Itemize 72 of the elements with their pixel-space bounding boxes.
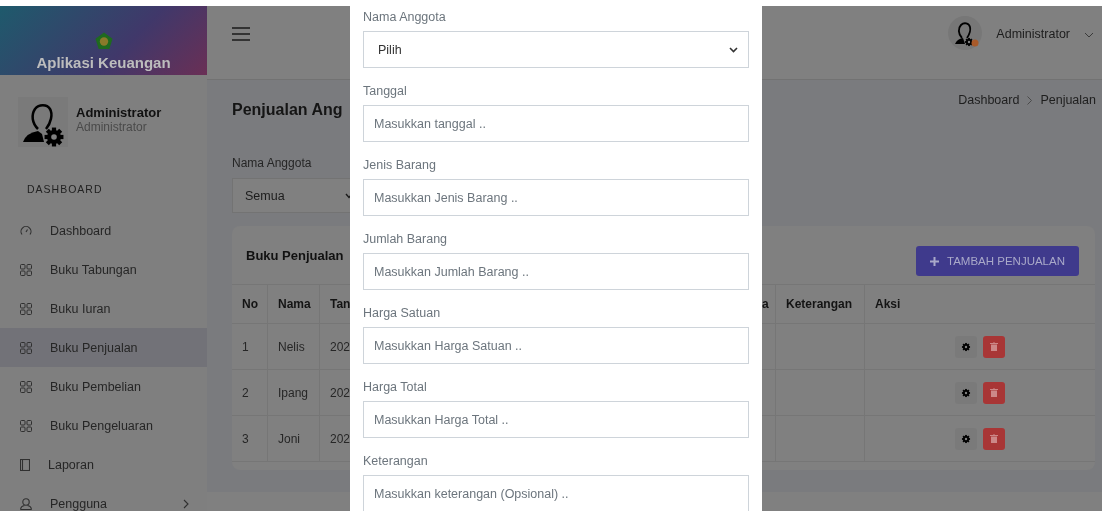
sidebar-item[interactable]: Buku Pengeluaran [0, 406, 207, 445]
settings-icon [961, 341, 971, 352]
avatar-icon[interactable] [948, 16, 983, 50]
field-label: Nama Anggota [363, 9, 447, 26]
column-header: Keterangan [786, 297, 853, 311]
input-field[interactable]: Masukkan Jumlah Barang .. [363, 253, 749, 290]
column-header: No [242, 297, 258, 311]
column-header: Nama [278, 297, 311, 311]
field-label: Harga Satuan [363, 305, 442, 322]
table-cell: 2 [242, 385, 249, 400]
add-sale-button[interactable]: TAMBAH PENJUALAN [916, 246, 1079, 276]
user-menu[interactable]: Administrator [996, 27, 1070, 41]
column-header: Aksi [875, 297, 901, 311]
table-cell: 202 [330, 385, 351, 400]
settings-button[interactable] [955, 427, 977, 450]
field-label: Keterangan [363, 453, 429, 470]
filter-label: Nama Anggota [232, 156, 313, 170]
select-field[interactable]: Pilih [363, 31, 749, 68]
input-field[interactable]: Masukkan tanggal .. [363, 105, 749, 142]
sidebar-item[interactable]: Buku Pembelian [0, 367, 207, 406]
trash-icon [990, 434, 998, 443]
page-title: Penjualan Ang [232, 100, 344, 120]
table-cell: Joni [278, 431, 300, 446]
plus-icon [930, 256, 939, 266]
field-label: Tanggal [363, 83, 408, 100]
grid-icon [20, 302, 32, 315]
column-header: Tan [330, 297, 351, 311]
input-field[interactable]: Masukkan Harga Satuan .. [363, 327, 749, 364]
app-title: Aplikasi Keuangan [36, 54, 171, 71]
input-field[interactable]: Masukkan Jenis Barang .. [363, 179, 749, 216]
column-header: a [762, 297, 769, 311]
grid-icon [20, 263, 32, 276]
chevron-down-icon [1084, 32, 1094, 38]
emblem-icon [94, 32, 113, 50]
user-name: Administrator [76, 105, 162, 120]
book-icon [20, 458, 30, 471]
settings-button[interactable] [955, 381, 977, 404]
settings-icon [961, 387, 971, 398]
breadcrumb-link[interactable]: Dashboard [958, 93, 1020, 107]
menu-icon[interactable] [232, 27, 250, 41]
table-cell: 202 [330, 431, 351, 446]
sidebar-item[interactable]: Buku Tabungan [0, 250, 207, 289]
sidebar-item[interactable]: Pengguna [0, 484, 207, 511]
settings-button[interactable] [955, 335, 977, 358]
field-label: Harga Total [363, 379, 428, 396]
member-filter-select[interactable]: Semua [232, 178, 350, 213]
grid-icon [20, 341, 32, 354]
sidebar-item[interactable]: Buku Penjualan [0, 328, 207, 367]
card-title: Buku Penjualan [246, 247, 344, 263]
input-field[interactable]: Masukkan Harga Total .. [363, 401, 749, 438]
user-icon [20, 497, 32, 510]
trash-icon [990, 388, 998, 397]
table-cell: Nelis [278, 339, 305, 354]
chevron-right-icon [1027, 96, 1033, 105]
table-cell: 1 [242, 339, 249, 354]
settings-icon [961, 433, 971, 444]
grid-icon [20, 380, 32, 393]
sidebar-item[interactable]: Dashboard [0, 211, 207, 250]
field-label: Jenis Barang [363, 157, 437, 174]
table-cell: 202 [330, 339, 351, 354]
breadcrumb-link[interactable]: Penjualan [1040, 93, 1096, 107]
table-cell: Ipang [278, 385, 309, 400]
sidebar-item[interactable]: Buku Iuran [0, 289, 207, 328]
grid-icon [20, 419, 32, 432]
gauge-icon [20, 224, 32, 237]
trash-icon [990, 342, 998, 351]
field-label: Jumlah Barang [363, 231, 449, 248]
section-heading: DASHBOARD [27, 183, 103, 195]
sidebar-item[interactable]: Laporan [0, 445, 207, 484]
textarea-field[interactable]: Masukkan keterangan (Opsional) .. [363, 475, 749, 511]
table-cell: 3 [242, 431, 249, 446]
chevron-down-icon [729, 46, 738, 53]
